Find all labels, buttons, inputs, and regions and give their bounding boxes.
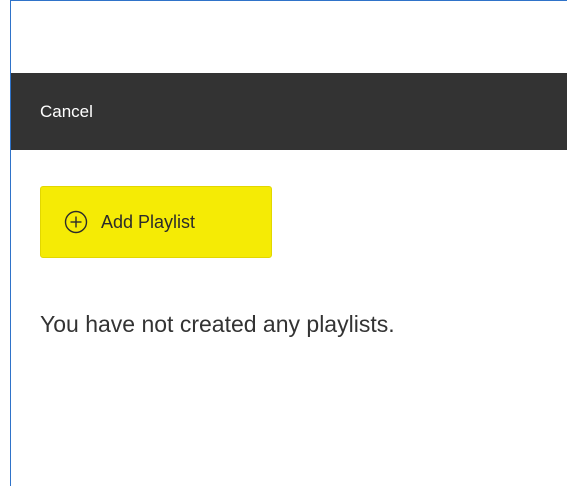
plus-circle-icon xyxy=(64,210,88,234)
add-playlist-button[interactable]: Add Playlist xyxy=(40,186,272,258)
empty-state-message: You have not created any playlists. xyxy=(40,311,395,337)
add-playlist-label: Add Playlist xyxy=(101,211,196,232)
cancel-button[interactable]: Cancel xyxy=(40,102,93,122)
playlist-dialog: Cancel Add Playlist You have not created… xyxy=(10,0,567,486)
dialog-toolbar: Cancel xyxy=(11,73,567,150)
